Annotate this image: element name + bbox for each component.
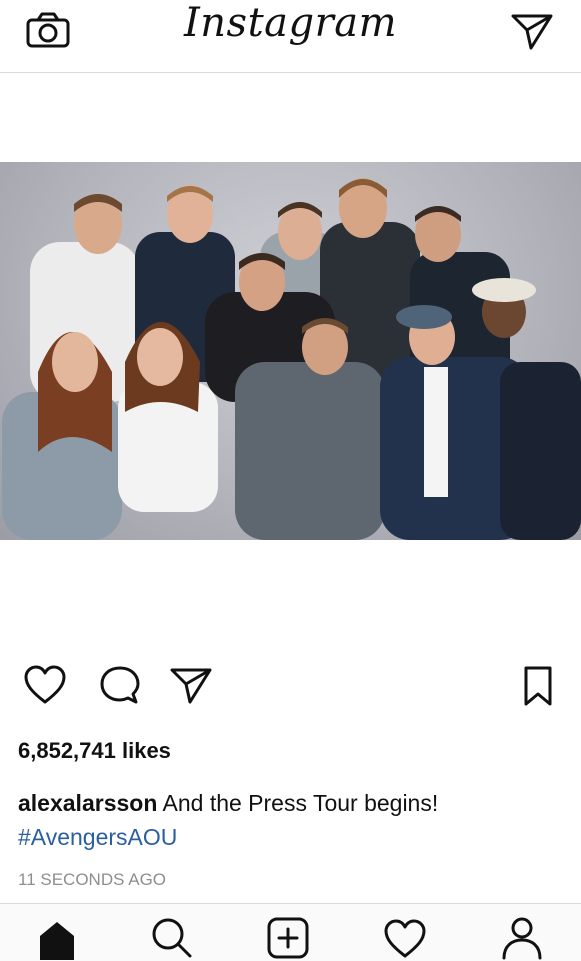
new-post-icon[interactable] xyxy=(266,916,310,960)
post-timestamp: 11 SECONDS AGO xyxy=(18,870,167,889)
caption-hashtag[interactable]: #AvengersAOU xyxy=(18,820,563,854)
bottom-tab-bar xyxy=(0,903,581,961)
heart-icon[interactable] xyxy=(22,664,68,706)
likes-count[interactable]: 6,852,741 likes xyxy=(18,738,171,764)
app-header: Instagram xyxy=(0,0,581,73)
activity-heart-icon[interactable] xyxy=(382,916,428,960)
caption-username[interactable]: alexalarsson xyxy=(18,790,157,816)
paper-plane-icon[interactable] xyxy=(509,10,555,50)
search-icon[interactable] xyxy=(150,916,192,960)
post-actions xyxy=(0,660,581,714)
post-caption: alexalarsson And the Press Tour begins! … xyxy=(18,786,563,854)
caption-text: And the Press Tour begins! xyxy=(162,790,439,816)
profile-icon[interactable] xyxy=(500,916,544,960)
app-logo: Instagram xyxy=(183,0,397,46)
bookmark-icon[interactable] xyxy=(520,664,556,708)
home-icon[interactable] xyxy=(36,916,78,960)
post-photo-illustration xyxy=(2,178,581,540)
post-photo[interactable] xyxy=(0,162,581,540)
comment-icon[interactable] xyxy=(98,664,142,708)
share-icon[interactable] xyxy=(168,664,214,706)
